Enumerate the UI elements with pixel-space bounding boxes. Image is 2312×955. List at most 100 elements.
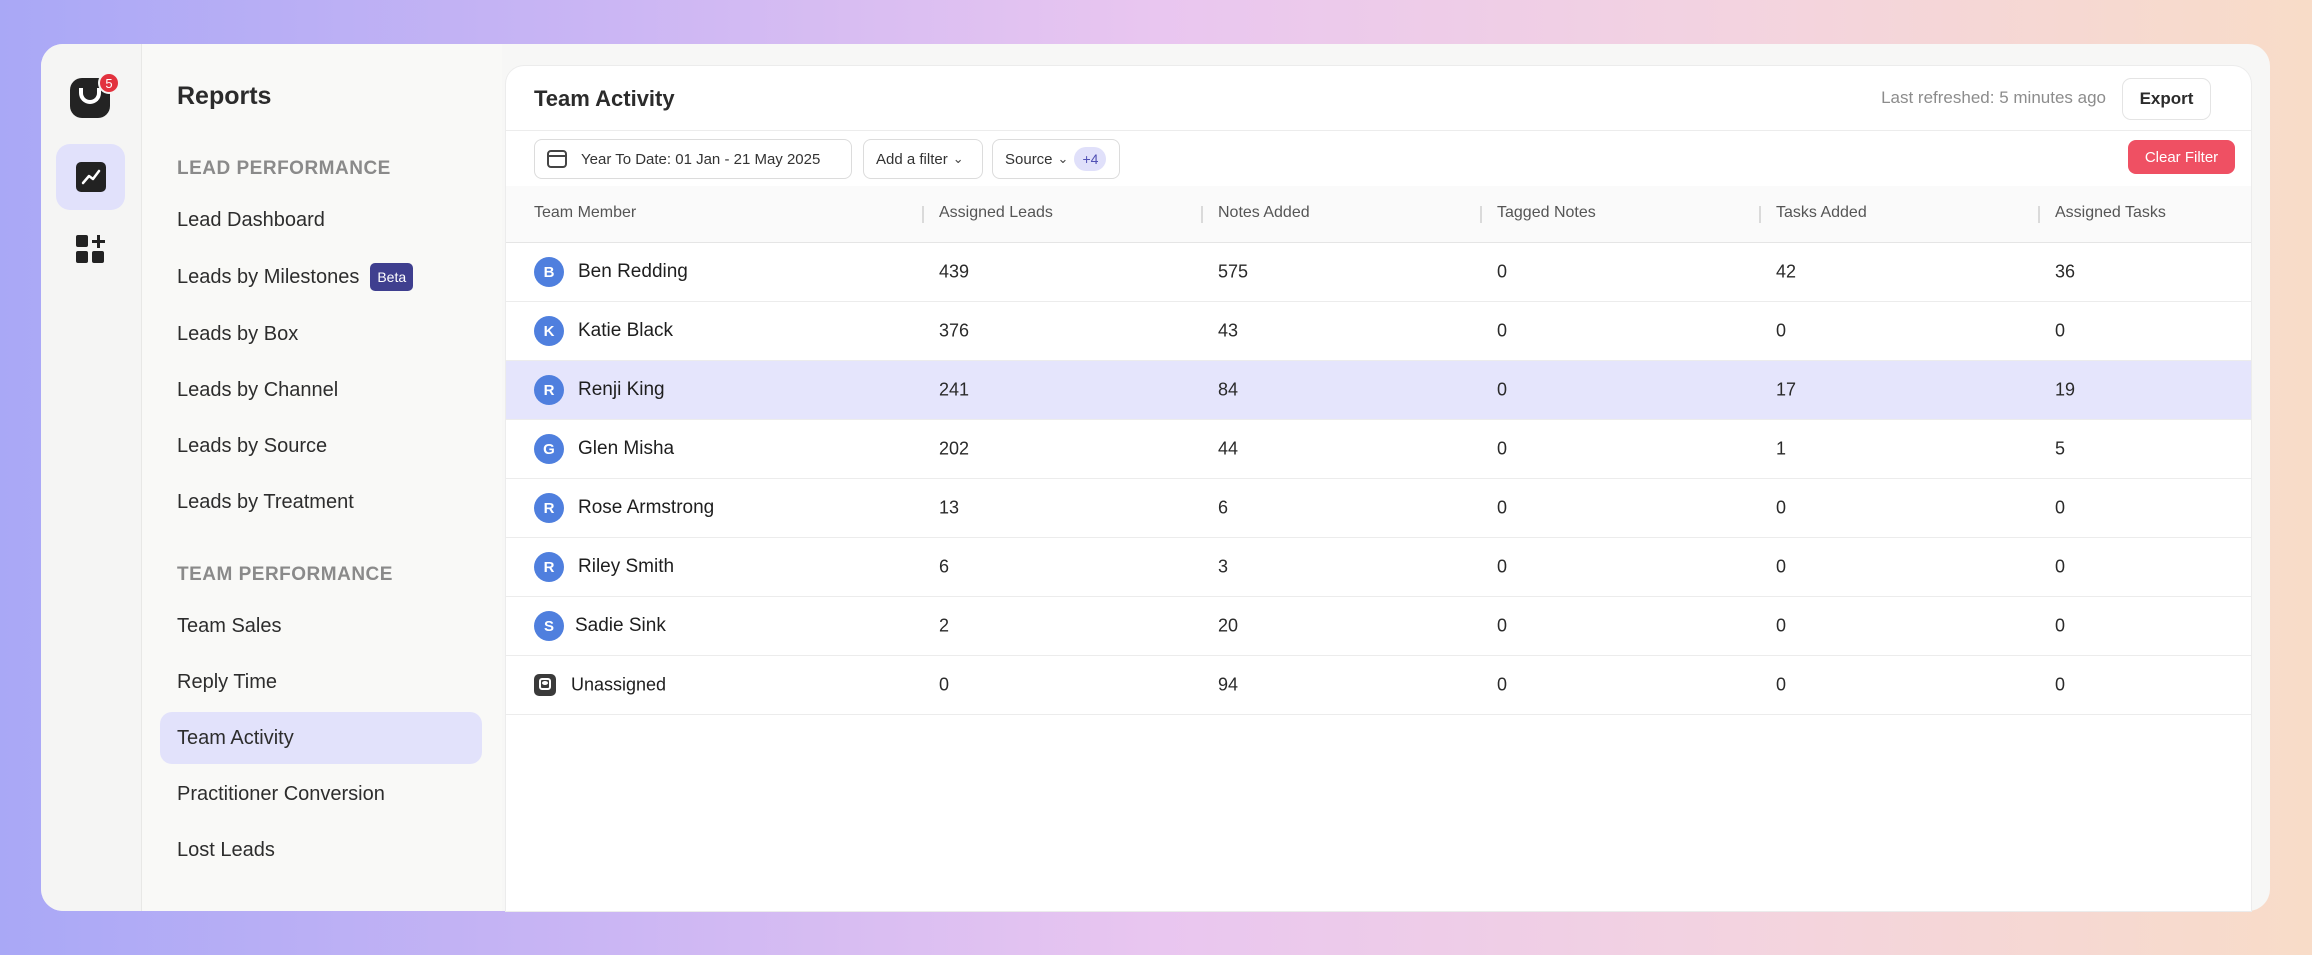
column-resizer[interactable] (1201, 206, 1203, 223)
assigned-tasks-cell: 0 (2055, 556, 2066, 577)
assigned-tasks-cell: 0 (2055, 674, 2066, 695)
sidebar-item-label: Lost Leads (177, 838, 275, 861)
table-row[interactable]: S Sadie Sink 2 20 0 0 0 (506, 597, 2251, 656)
sidebar-item-label: Leads by Channel (177, 378, 339, 401)
apps-add-icon (75, 235, 106, 265)
table-row[interactable]: R Renji King 241 84 0 17 19 (506, 361, 2251, 420)
add-filter-dropdown[interactable]: Add a filter ⌄ (863, 139, 983, 179)
column-resizer[interactable] (1480, 206, 1482, 223)
table-row[interactable]: Unassigned 0 94 0 0 0 (506, 656, 2251, 715)
calendar-icon (547, 150, 567, 168)
notes-added-cell: 20 (1218, 615, 1239, 636)
tasks-added-cell: 0 (1776, 497, 1787, 518)
sidebar-item-lead-dashboard[interactable]: Lead Dashboard (160, 194, 482, 246)
member-name: Renji King (578, 379, 665, 400)
sidebar-item-label: Practitioner Conversion (177, 782, 385, 805)
assigned-leads-cell: 2 (939, 615, 950, 636)
avatar: S (534, 611, 564, 641)
sidebar-item-leads-by-box[interactable]: Leads by Box (160, 308, 482, 360)
tasks-added-cell: 17 (1776, 379, 1797, 400)
column-header-assigned-leads[interactable]: Assigned Leads (939, 204, 1053, 222)
table-row[interactable]: R Rose Armstrong 13 6 0 0 0 (506, 479, 2251, 538)
member-name: Riley Smith (578, 556, 675, 577)
assigned-leads-cell: 376 (939, 320, 970, 341)
unassigned-contact-icon (534, 674, 556, 696)
assigned-leads-cell: 0 (939, 674, 950, 695)
tagged-notes-cell: 0 (1497, 261, 1508, 282)
assigned-tasks-cell: 5 (2055, 438, 2066, 459)
chevron-down-icon: ⌄ (1057, 151, 1069, 166)
table-row[interactable]: R Riley Smith 6 3 0 0 0 (506, 538, 2251, 597)
column-resizer[interactable] (922, 206, 924, 223)
clear-filter-button[interactable]: Clear Filter (2128, 140, 2235, 174)
member-name: Sadie Sink (575, 615, 666, 636)
assigned-leads-cell: 202 (939, 438, 970, 459)
column-header-team-member[interactable]: Team Member (534, 204, 636, 222)
avatar: G (534, 434, 564, 464)
tagged-notes-cell: 0 (1497, 379, 1508, 400)
tasks-added-cell: 42 (1776, 261, 1797, 282)
assigned-leads-cell: 6 (939, 556, 950, 577)
tagged-notes-cell: 0 (1497, 674, 1508, 695)
table-row[interactable]: B Ben Redding 439 575 0 42 36 (506, 243, 2251, 302)
assigned-leads-cell: 13 (939, 497, 960, 518)
chart-line-icon (75, 162, 106, 192)
notes-added-cell: 94 (1218, 674, 1239, 695)
date-range-filter[interactable]: Year To Date: 01 Jan - 21 May 2025 (534, 139, 852, 179)
apps-nav-button[interactable] (56, 217, 125, 283)
source-extra-count: +4 (1074, 147, 1107, 171)
sidebar-item-label: Leads by Box (177, 322, 299, 345)
source-filter-dropdown[interactable]: Source ⌄ +4 (992, 139, 1120, 179)
sidebar-title: Reports (177, 82, 272, 110)
sidebar-item-leads-by-channel[interactable]: Leads by Channel (160, 364, 482, 416)
notes-added-cell: 84 (1218, 379, 1239, 400)
section-team-performance: TEAM PERFORMANCE (177, 564, 393, 585)
export-button[interactable]: Export (2122, 78, 2211, 120)
member-name: Ben Redding (578, 261, 688, 282)
page-title: Team Activity (534, 86, 675, 111)
reports-nav-button[interactable] (56, 144, 125, 210)
assigned-tasks-cell: 19 (2055, 379, 2076, 400)
table-header: Team Member Assigned Leads Notes Added T… (506, 186, 2251, 243)
sidebar-item-label: Leads by Milestones (177, 265, 360, 288)
assigned-leads-cell: 439 (939, 261, 970, 282)
sidebar-item-leads-by-milestones[interactable]: Leads by Milestones Beta (160, 251, 482, 303)
tagged-notes-cell: 0 (1497, 556, 1508, 577)
column-header-tagged-notes[interactable]: Tagged Notes (1497, 204, 1596, 222)
source-filter-label: Source (1005, 150, 1053, 168)
tasks-added-cell: 0 (1776, 320, 1787, 341)
tasks-added-cell: 1 (1776, 438, 1787, 459)
column-header-assigned-tasks[interactable]: Assigned Tasks (2055, 204, 2166, 222)
sidebar-item-team-sales[interactable]: Team Sales (160, 600, 482, 652)
sidebar-item-reply-time[interactable]: Reply Time (160, 656, 482, 708)
table-row[interactable]: K Katie Black 376 43 0 0 0 (506, 302, 2251, 361)
tagged-notes-cell: 0 (1497, 320, 1508, 341)
tasks-added-cell: 0 (1776, 674, 1787, 695)
notes-added-cell: 6 (1218, 497, 1229, 518)
notification-badge: 5 (98, 72, 120, 94)
add-filter-label: Add a filter (876, 150, 948, 168)
date-range-label: Year To Date: 01 Jan - 21 May 2025 (581, 150, 821, 168)
header-divider (506, 130, 2251, 131)
tasks-added-cell: 0 (1776, 556, 1787, 577)
sidebar-item-lost-leads[interactable]: Lost Leads (160, 824, 482, 876)
column-header-notes-added[interactable]: Notes Added (1218, 204, 1310, 222)
beta-badge: Beta (370, 263, 414, 291)
sidebar-item-label: Lead Dashboard (177, 208, 325, 231)
sidebar-item-practitioner-conversion[interactable]: Practitioner Conversion (160, 768, 482, 820)
assigned-tasks-cell: 0 (2055, 615, 2066, 636)
avatar: R (534, 493, 564, 523)
column-resizer[interactable] (1759, 206, 1761, 223)
sidebar-item-leads-by-source[interactable]: Leads by Source (160, 420, 482, 472)
sidebar-item-leads-by-treatment[interactable]: Leads by Treatment (160, 476, 482, 528)
section-lead-performance: LEAD PERFORMANCE (177, 158, 391, 179)
sidebar-item-team-activity[interactable]: Team Activity (160, 712, 482, 764)
column-header-tasks-added[interactable]: Tasks Added (1776, 204, 1867, 222)
app-logo[interactable]: 5 (70, 72, 120, 118)
logo-mark-icon (79, 88, 101, 104)
icon-rail: 5 (41, 44, 142, 911)
table-row[interactable]: G Glen Misha 202 44 0 1 5 (506, 420, 2251, 479)
tagged-notes-cell: 0 (1497, 615, 1508, 636)
sidebar-item-label: Team Activity (177, 726, 294, 749)
column-resizer[interactable] (2038, 206, 2040, 223)
